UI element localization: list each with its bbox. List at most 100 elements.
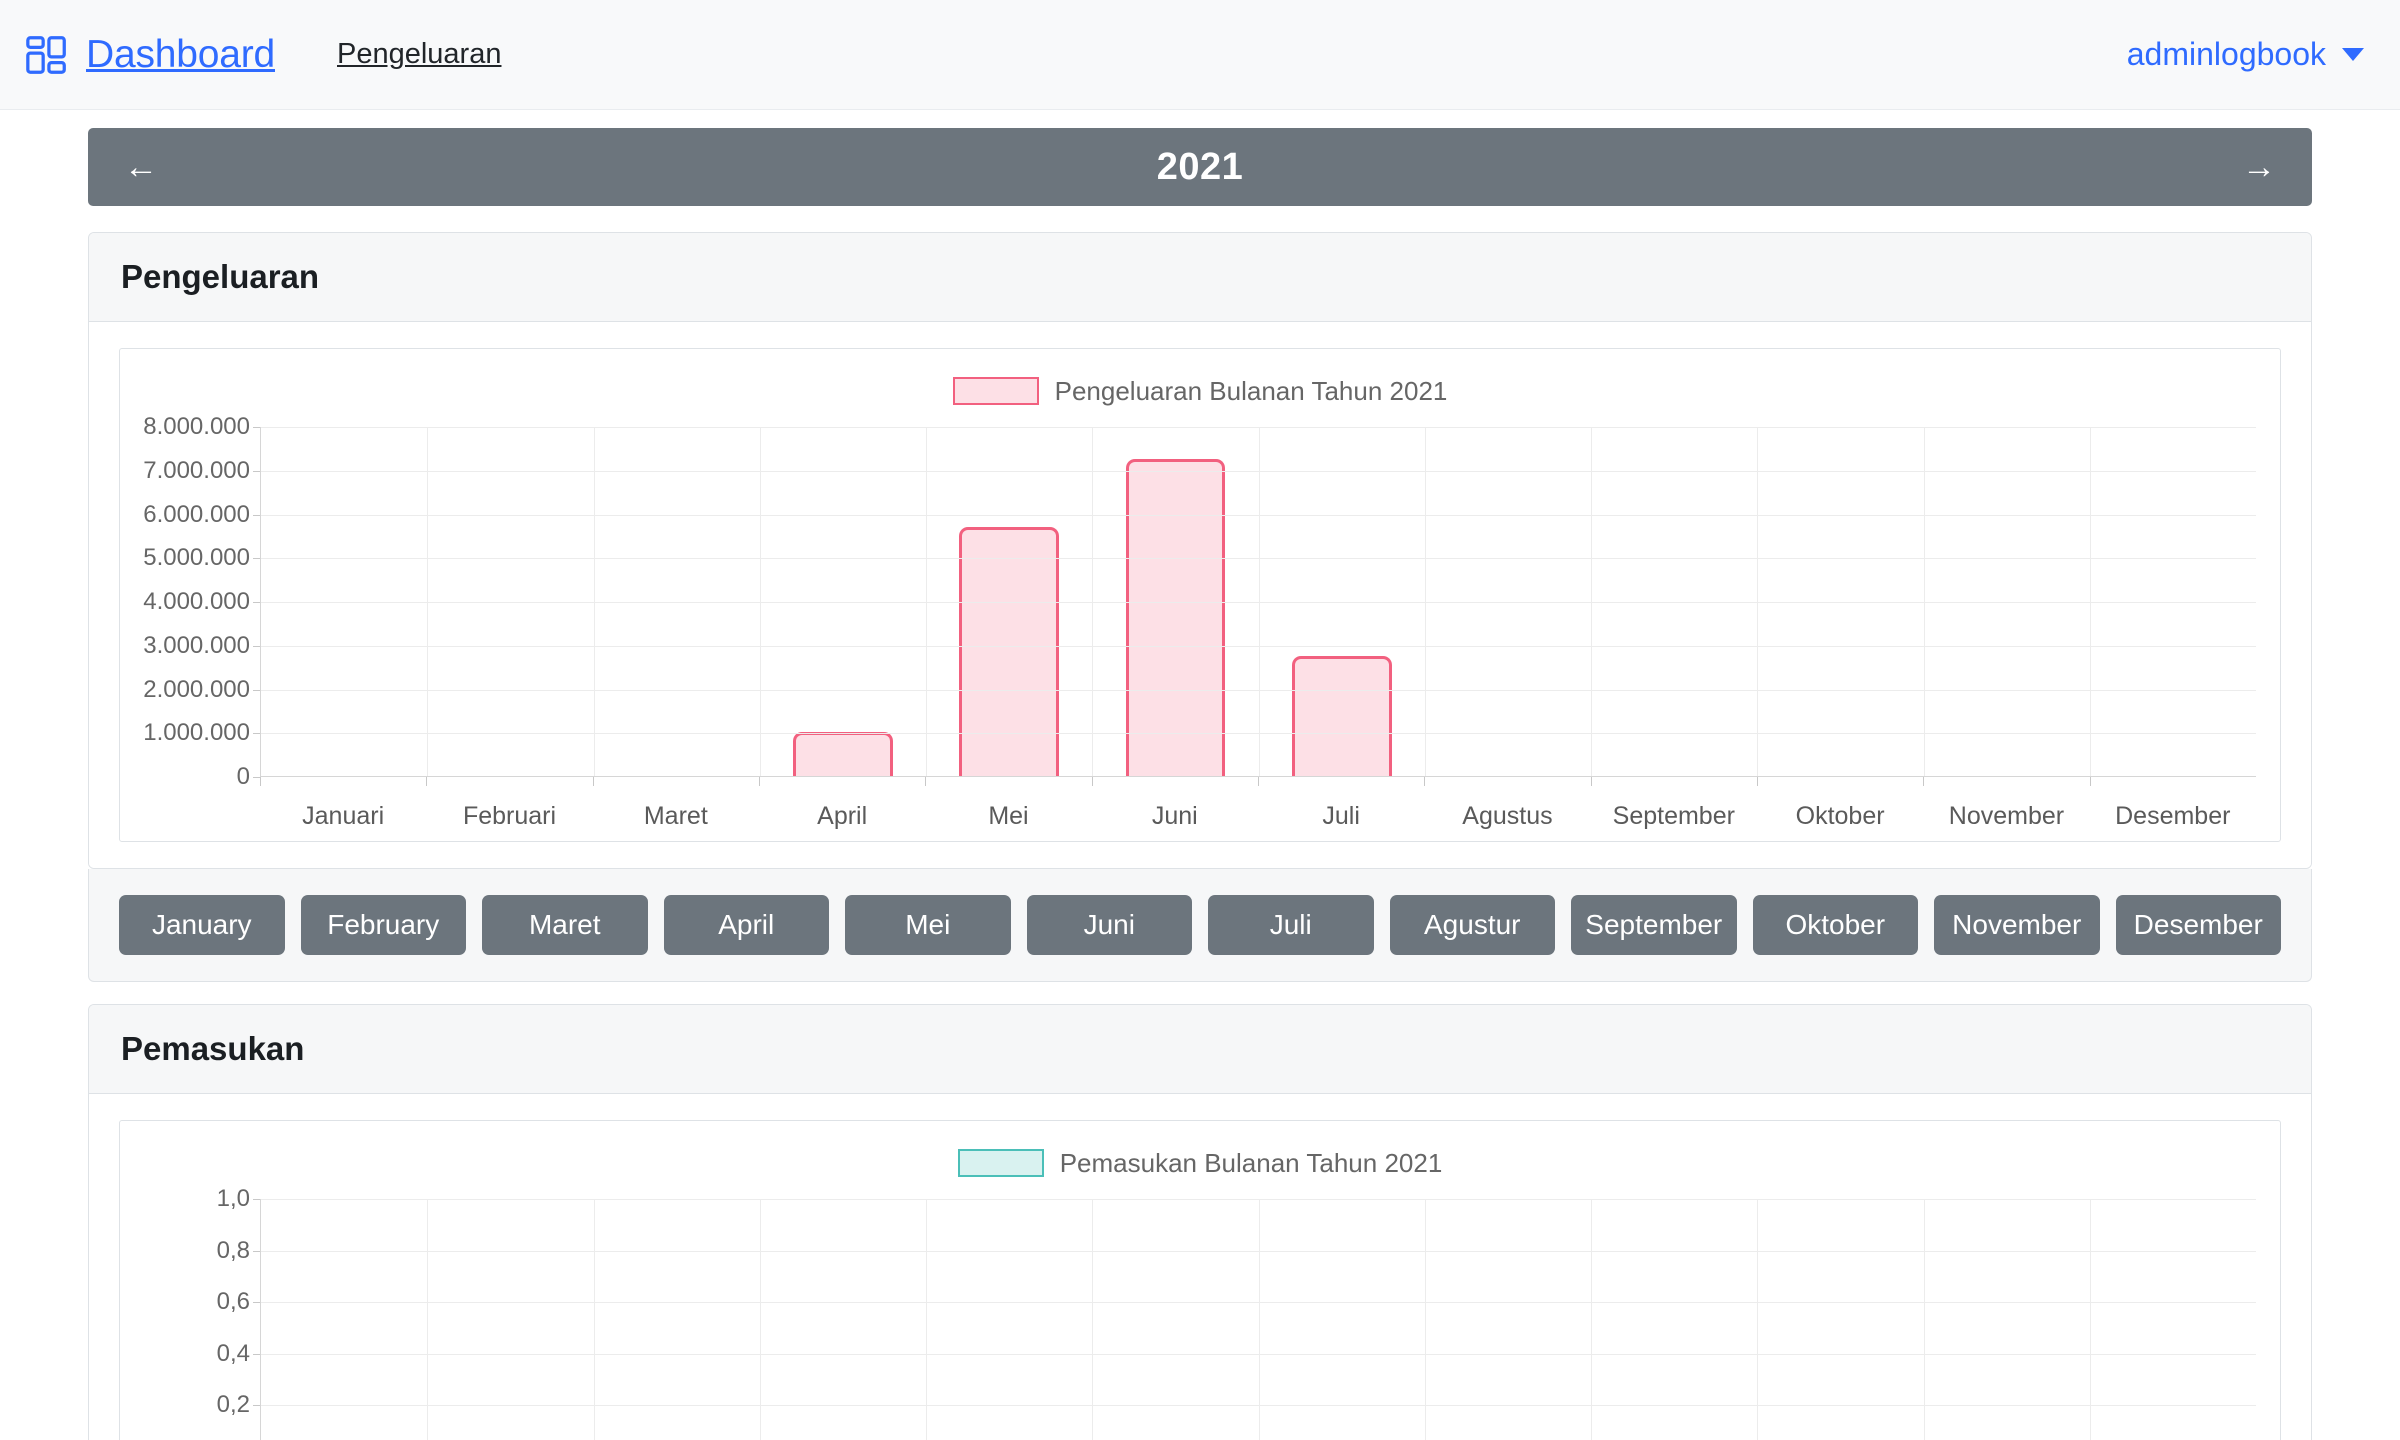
month-button-mei[interactable]: Mei <box>845 895 1011 955</box>
bar-juli[interactable] <box>1292 656 1392 776</box>
pengeluaran-chart-legend: Pengeluaran Bulanan Tahun 2021 <box>144 371 2256 411</box>
vertical-gridline <box>1092 1199 1093 1440</box>
pengeluaran-card-body: Pengeluaran Bulanan Tahun 2021 0 1.000.00… <box>89 322 2311 868</box>
bar-mei[interactable] <box>959 527 1059 776</box>
pemasukan-title: Pemasukan <box>121 1030 2279 1068</box>
x-tick-label: Januari <box>260 802 426 831</box>
vertical-gridline <box>1259 1199 1260 1440</box>
y-tick-label: 0 <box>237 763 250 791</box>
vertical-gridline <box>2090 427 2091 776</box>
current-year-label: 2021 <box>166 146 2234 189</box>
x-tick-mark <box>2090 777 2256 786</box>
x-tick-mark <box>1424 777 1590 786</box>
y-tick-label: 0,6 <box>217 1288 250 1316</box>
month-button-january[interactable]: January <box>119 895 285 955</box>
month-button-maret[interactable]: Maret <box>482 895 648 955</box>
pemasukan-chart-legend: Pemasukan Bulanan Tahun 2021 <box>144 1143 2256 1183</box>
y-tick-label: 0,8 <box>217 1237 250 1265</box>
legend-swatch-pengeluaran[interactable] <box>953 377 1039 405</box>
vertical-gridline <box>1591 427 1592 776</box>
user-menu-label: adminlogbook <box>2127 36 2326 73</box>
pemasukan-plot-wrap: 00,20,40,60,81,0 <box>144 1199 2256 1440</box>
year-navigation-bar: ← 2021 → <box>88 128 2312 206</box>
bar-slot-juni <box>1092 1199 1258 1440</box>
pengeluaran-plot-wrap: 01.000.0002.000.0003.000.0004.000.0005.0… <box>144 427 2256 777</box>
x-tick-label: Agustus <box>1424 802 1590 831</box>
vertical-gridline <box>1092 427 1093 776</box>
month-button-agustur[interactable]: Agustur <box>1390 895 1556 955</box>
y-tick-label: 2.000.000 <box>143 676 250 704</box>
x-tick-label: Mei <box>925 802 1091 831</box>
pemasukan-plot-area <box>260 1199 2256 1440</box>
month-button-juni[interactable]: Juni <box>1027 895 1193 955</box>
vertical-gridline <box>1924 427 1925 776</box>
brand-dashboard-link[interactable]: Dashboard <box>86 33 275 77</box>
month-button-desember[interactable]: Desember <box>2116 895 2282 955</box>
y-tick-label: 6.000.000 <box>143 501 250 529</box>
x-tick-mark <box>1092 777 1258 786</box>
vertical-gridline <box>594 1199 595 1440</box>
user-menu-dropdown[interactable]: adminlogbook <box>2127 36 2364 73</box>
pemasukan-card-body: Pemasukan Bulanan Tahun 2021 00,20,40,60… <box>89 1094 2311 1440</box>
next-year-button[interactable]: → <box>2234 150 2284 184</box>
y-tick-label: 1.000.000 <box>143 719 250 747</box>
y-tick-label: 4.000.000 <box>143 588 250 616</box>
x-tick-mark <box>1258 777 1424 786</box>
vertical-gridline <box>1924 1199 1925 1440</box>
bar-slot-mei <box>926 1199 1092 1440</box>
pemasukan-y-axis: 00,20,40,60,81,0 <box>144 1199 260 1440</box>
x-tick-mark <box>1923 777 2089 786</box>
bar-slot-agustus <box>1425 1199 1591 1440</box>
vertical-gridline <box>1425 1199 1426 1440</box>
pengeluaran-x-tick-marks <box>260 777 2256 786</box>
bar-slot-januari <box>261 1199 427 1440</box>
y-tick-label: 3.000.000 <box>143 632 250 660</box>
month-button-november[interactable]: November <box>1934 895 2100 955</box>
bar-april[interactable] <box>793 732 893 776</box>
month-button-juli[interactable]: Juli <box>1208 895 1374 955</box>
x-tick-label: April <box>759 802 925 831</box>
dashboard-grid-icon[interactable] <box>24 32 70 78</box>
legend-swatch-pemasukan[interactable] <box>958 1149 1044 1177</box>
x-tick-label: November <box>1923 802 2089 831</box>
month-button-oktober[interactable]: Oktober <box>1753 895 1919 955</box>
vertical-gridline <box>926 427 927 776</box>
y-tick-label: 0,2 <box>217 1391 250 1419</box>
vertical-gridline <box>1259 427 1260 776</box>
month-button-february[interactable]: February <box>301 895 467 955</box>
vertical-gridline <box>1757 427 1758 776</box>
bar-slot-september <box>1591 1199 1757 1440</box>
pemasukan-chart-frame: Pemasukan Bulanan Tahun 2021 00,20,40,60… <box>119 1120 2281 1440</box>
x-tick-label: Desember <box>2090 802 2256 831</box>
pemasukan-card: Pemasukan Pemasukan Bulanan Tahun 2021 0… <box>88 1004 2312 1440</box>
bar-slot-juli <box>1259 1199 1425 1440</box>
top-navbar: Dashboard Pengeluaran adminlogbook <box>0 0 2400 110</box>
y-tick-label: 7.000.000 <box>143 457 250 485</box>
chevron-down-icon <box>2342 48 2364 61</box>
month-button-april[interactable]: April <box>664 895 830 955</box>
previous-year-button[interactable]: ← <box>116 150 166 184</box>
bar-juni[interactable] <box>1126 459 1226 776</box>
x-tick-mark <box>1591 777 1757 786</box>
x-tick-mark <box>1757 777 1923 786</box>
nav-item-pengeluaran[interactable]: Pengeluaran <box>337 38 501 71</box>
vertical-gridline <box>2090 1199 2091 1440</box>
pengeluaran-card-header: Pengeluaran <box>89 233 2311 322</box>
vertical-gridline <box>1591 1199 1592 1440</box>
y-tick-label: 5.000.000 <box>143 544 250 572</box>
pengeluaran-title: Pengeluaran <box>121 258 2279 296</box>
pengeluaran-y-axis: 01.000.0002.000.0003.000.0004.000.0005.0… <box>144 427 260 777</box>
x-tick-label: Juli <box>1258 802 1424 831</box>
x-tick-label: Oktober <box>1757 802 1923 831</box>
month-filter-buttons: January FebruaryMaret AprilMei JuniJuli Agus… <box>88 869 2312 982</box>
bar-slot-februari <box>427 1199 593 1440</box>
x-tick-label: Februari <box>426 802 592 831</box>
vertical-gridline <box>1425 427 1426 776</box>
month-button-september[interactable]: September <box>1571 895 1737 955</box>
legend-label-pengeluaran: Pengeluaran Bulanan Tahun 2021 <box>1055 376 1448 407</box>
vertical-gridline <box>427 427 428 776</box>
bar-slot-november <box>1924 1199 2090 1440</box>
x-tick-label: Maret <box>593 802 759 831</box>
bar-slot-maret <box>594 1199 760 1440</box>
vertical-gridline <box>594 427 595 776</box>
